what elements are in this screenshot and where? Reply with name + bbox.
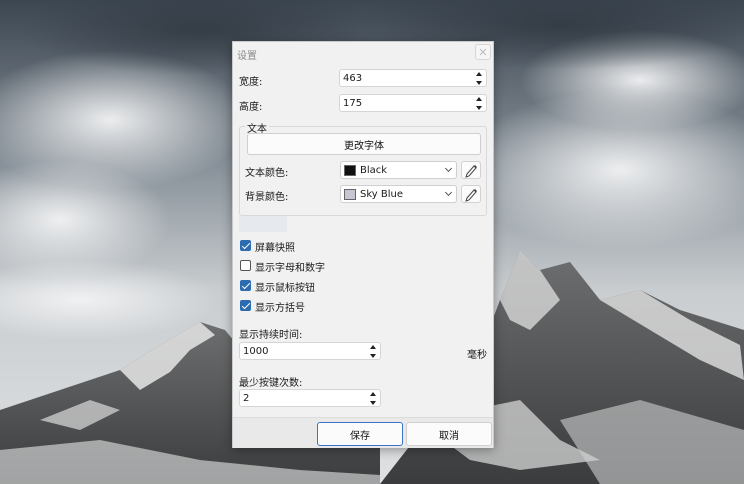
chevron-down-icon bbox=[444, 164, 453, 173]
chevron-down-icon bbox=[444, 188, 453, 197]
spin-down-icon[interactable] bbox=[369, 401, 376, 405]
checkbox-screenshot[interactable] bbox=[240, 240, 251, 251]
spin-down-icon[interactable] bbox=[369, 354, 376, 358]
text-color-swatch bbox=[344, 165, 356, 176]
checkbox-show-alnum[interactable] bbox=[240, 260, 251, 271]
duration-value[interactable]: 1000 bbox=[243, 346, 268, 357]
text-color-value: Black bbox=[360, 165, 388, 176]
min-keys-label: 最少按键次数: bbox=[239, 378, 303, 389]
height-value[interactable]: 175 bbox=[343, 98, 362, 109]
duration-label: 显示持续时间: bbox=[239, 330, 303, 341]
cancel-label: 取消 bbox=[439, 430, 459, 442]
dialog-footer: 保存 取消 bbox=[233, 417, 493, 448]
pen-icon bbox=[465, 189, 477, 202]
width-label: 宽度: bbox=[239, 77, 263, 88]
spin-down-icon[interactable] bbox=[475, 106, 482, 110]
height-spin-arrows[interactable] bbox=[474, 97, 483, 110]
duration-unit: 毫秒 bbox=[467, 350, 487, 361]
min-keys-spin-arrows[interactable] bbox=[368, 392, 377, 405]
spin-up-icon[interactable] bbox=[369, 392, 376, 396]
text-color-combo[interactable]: Black bbox=[340, 161, 457, 179]
change-font-button[interactable]: 更改字体 bbox=[247, 133, 481, 155]
width-value[interactable]: 463 bbox=[343, 73, 362, 84]
change-font-label: 更改字体 bbox=[344, 140, 384, 152]
height-label: 高度: bbox=[239, 102, 263, 113]
text-color-label: 文本颜色: bbox=[245, 168, 289, 179]
preview-strip bbox=[239, 216, 287, 232]
spin-up-icon[interactable] bbox=[369, 345, 376, 349]
save-button[interactable]: 保存 bbox=[317, 422, 403, 446]
width-spinbox[interactable]: 463 bbox=[339, 69, 487, 87]
min-keys-spinbox[interactable]: 2 bbox=[239, 389, 381, 407]
dialog-titlebar[interactable]: 设置 bbox=[233, 42, 493, 64]
min-keys-value[interactable]: 2 bbox=[243, 393, 249, 404]
checkbox-show-alnum-label[interactable]: 显示字母和数字 bbox=[255, 259, 325, 274]
text-color-picker-button[interactable] bbox=[461, 161, 481, 179]
checkbox-show-brackets-label[interactable]: 显示方括号 bbox=[255, 299, 305, 314]
cancel-button[interactable]: 取消 bbox=[406, 422, 492, 446]
spin-down-icon[interactable] bbox=[475, 81, 482, 85]
pen-icon bbox=[465, 165, 477, 178]
checkbox-show-brackets[interactable] bbox=[240, 300, 251, 311]
bg-color-value: Sky Blue bbox=[360, 189, 404, 200]
checkbox-screenshot-label[interactable]: 屏幕快照 bbox=[255, 239, 295, 254]
dialog-title: 设置 bbox=[237, 51, 257, 62]
bg-color-label: 背景颜色: bbox=[245, 192, 289, 203]
checkbox-show-mouse[interactable] bbox=[240, 280, 251, 291]
close-button[interactable] bbox=[475, 44, 491, 60]
bg-color-swatch bbox=[344, 189, 356, 200]
bg-color-combo[interactable]: Sky Blue bbox=[340, 185, 457, 203]
width-spin-arrows[interactable] bbox=[474, 72, 483, 85]
save-label: 保存 bbox=[350, 430, 370, 442]
checkbox-show-mouse-label[interactable]: 显示鼠标按钮 bbox=[255, 279, 315, 294]
close-icon bbox=[479, 48, 487, 56]
duration-spin-arrows[interactable] bbox=[368, 345, 377, 358]
bg-color-picker-button[interactable] bbox=[461, 185, 481, 203]
spin-up-icon[interactable] bbox=[475, 72, 482, 76]
duration-spinbox[interactable]: 1000 bbox=[239, 342, 381, 360]
spin-up-icon[interactable] bbox=[475, 97, 482, 101]
settings-dialog: 设置 宽度: 463 高度: 175 文本 更改字体 文本颜色: Black 背… bbox=[232, 41, 494, 448]
height-spinbox[interactable]: 175 bbox=[339, 94, 487, 112]
